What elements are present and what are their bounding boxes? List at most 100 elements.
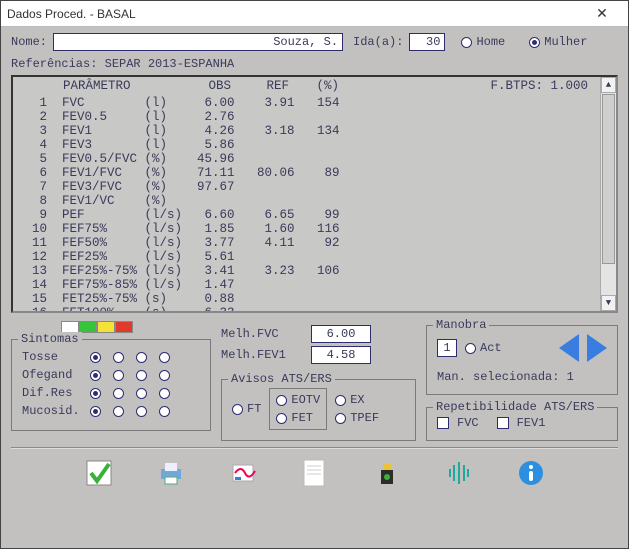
palette-red [115,321,133,333]
table-row[interactable]: 6 FEV1/FVC (%) 71.11 80.06 89 [13,166,616,180]
table-row[interactable]: 10 FEF75% (l/s) 1.85 1.60 116 [13,222,616,236]
ink-button[interactable] [371,457,403,489]
radio-icon [276,413,287,424]
sintoma-level-radio[interactable] [113,406,124,417]
col-obs: OBS [169,79,231,93]
right-column: Manobra 1 Act Man. selecionada: 1 [426,321,618,441]
radio-icon [335,395,346,406]
content: Nome: Ida(a): Home Mulher Referências: S… [1,27,628,548]
scroll-down-button[interactable]: ▼ [601,295,616,311]
table-row[interactable]: 1 FVC (l) 6.00 3.91 154 [13,96,616,110]
table-row[interactable]: 13 FEF25%-75% (l/s) 3.41 3.23 106 [13,264,616,278]
table-row[interactable]: 14 FEF75%-85% (l/s) 1.47 [13,278,616,292]
sintoma-level-radio[interactable] [159,352,170,363]
tpef-radio[interactable]: TPEF [335,411,379,425]
table-row[interactable]: 15 FET25%-75% (s) 0.88 [13,292,616,306]
print-button[interactable] [155,457,187,489]
sintoma-label: Ofegand [22,368,84,382]
sintoma-level-radio[interactable] [90,352,101,363]
sintoma-label: Tosse [22,350,84,364]
page-button[interactable] [299,457,331,489]
sintoma-level-radio[interactable] [136,370,147,381]
sintoma-level-radio[interactable] [136,406,147,417]
report-button[interactable] [227,457,259,489]
scrollbar[interactable]: ▲ ▼ [600,77,616,311]
radio-icon [529,37,540,48]
repet-fev1-check[interactable]: FEV1 [497,416,546,430]
next-manobra-button[interactable] [587,334,607,362]
sintoma-level-radio[interactable] [113,388,124,399]
eotv-radio[interactable]: EOTV [276,393,320,407]
parameter-table: PARÂMETRO OBS REF (%) F.BTPS: 1.000 1 FV… [11,75,618,313]
nome-input[interactable] [53,33,343,51]
toolbar [11,447,618,493]
window-title: Dados Proced. - BASAL [7,7,582,21]
titlebar: Dados Proced. - BASAL ✕ [1,1,628,27]
sintoma-level-radio[interactable] [136,352,147,363]
fet-radio[interactable]: FET [276,411,320,425]
table-row[interactable]: 9 PEF (l/s) 6.60 6.65 99 [13,208,616,222]
prev-manobra-button[interactable] [559,334,579,362]
nome-label: Nome: [11,35,47,49]
checkbox-icon [437,417,449,429]
act-radio[interactable]: Act [465,341,502,355]
table-row[interactable]: 2 FEV0.5 (l) 2.76 [13,110,616,124]
gender-mulher-radio[interactable]: Mulher [529,35,587,49]
col-param: PARÂMETRO [63,79,169,93]
sintoma-level-radio[interactable] [90,406,101,417]
mid-column: Melh.FVC 6.00 Melh.FEV1 4.58 Avisos ATS/… [221,321,416,441]
accept-button[interactable] [83,457,115,489]
avisos-subbox: EOTV FET [269,388,327,430]
table-row[interactable]: 5 FEV0.5/FVC (%) 45.96 [13,152,616,166]
scroll-up-button[interactable]: ▲ [601,77,616,93]
sintoma-level-radio[interactable] [159,370,170,381]
page-icon [302,458,328,488]
sintoma-level-radio[interactable] [90,370,101,381]
melh-fev1-label: Melh.FEV1 [221,348,301,362]
sintoma-level-radio[interactable] [159,406,170,417]
repet-fvc-check[interactable]: FVC [437,416,479,430]
ida-input[interactable] [409,33,445,51]
sintoma-row: Tosse [22,348,200,366]
table-row[interactable]: 12 FEF25% (l/s) 5.61 [13,250,616,264]
scroll-thumb[interactable] [602,94,615,264]
table-row[interactable]: 7 FEV3/FVC (%) 97.67 [13,180,616,194]
palette-yellow [97,321,115,333]
gender-home-radio[interactable]: Home [461,35,505,49]
sintoma-level-radio[interactable] [136,388,147,399]
table-row[interactable]: 16 FET100% (s) 6.33 [13,306,616,313]
table-row[interactable]: 3 FEV1 (l) 4.26 3.18 134 [13,124,616,138]
table-row[interactable]: 11 FEF50% (l/s) 3.77 4.11 92 [13,236,616,250]
table-body: 1 FVC (l) 6.00 3.91 154 2 FEV0.5 (l) 2.7… [13,95,616,313]
ex-radio[interactable]: EX [335,393,379,407]
radio-icon [335,413,346,424]
col-pct: (%) [289,79,339,93]
table-header: PARÂMETRO OBS REF (%) F.BTPS: 1.000 [13,79,616,95]
info-button[interactable] [515,457,547,489]
report-icon [229,459,257,487]
lower-panels: Sintomas TosseOfegandDif.ResMucosid. Mel… [11,321,618,441]
ink-icon [375,458,399,488]
gender-home-label: Home [476,35,505,49]
radio-icon [461,37,472,48]
avisos-legend: Avisos ATS/ERS [228,372,335,386]
melh-fev1-value: 4.58 [311,346,371,364]
sintoma-level-radio[interactable] [113,352,124,363]
ft-radio[interactable]: FT [232,402,261,416]
gender-mulher-label: Mulher [544,35,587,49]
diamond-button[interactable] [443,457,475,489]
close-button[interactable]: ✕ [582,3,622,25]
manobra-number: 1 [437,339,457,357]
accept-icon [85,459,113,487]
melh-fvc-label: Melh.FVC [221,327,301,341]
table-row[interactable]: 8 FEV1/VC (%) [13,194,616,208]
name-row: Nome: Ida(a): Home Mulher [11,33,618,51]
sintoma-row: Mucosid. [22,402,200,420]
sintomas-legend: Sintomas [18,332,82,346]
severity-palette [61,321,211,335]
sintoma-level-radio[interactable] [113,370,124,381]
sintoma-level-radio[interactable] [159,388,170,399]
melh-block: Melh.FVC 6.00 Melh.FEV1 4.58 [221,321,416,367]
table-row[interactable]: 4 FEV3 (l) 5.86 [13,138,616,152]
sintoma-level-radio[interactable] [90,388,101,399]
